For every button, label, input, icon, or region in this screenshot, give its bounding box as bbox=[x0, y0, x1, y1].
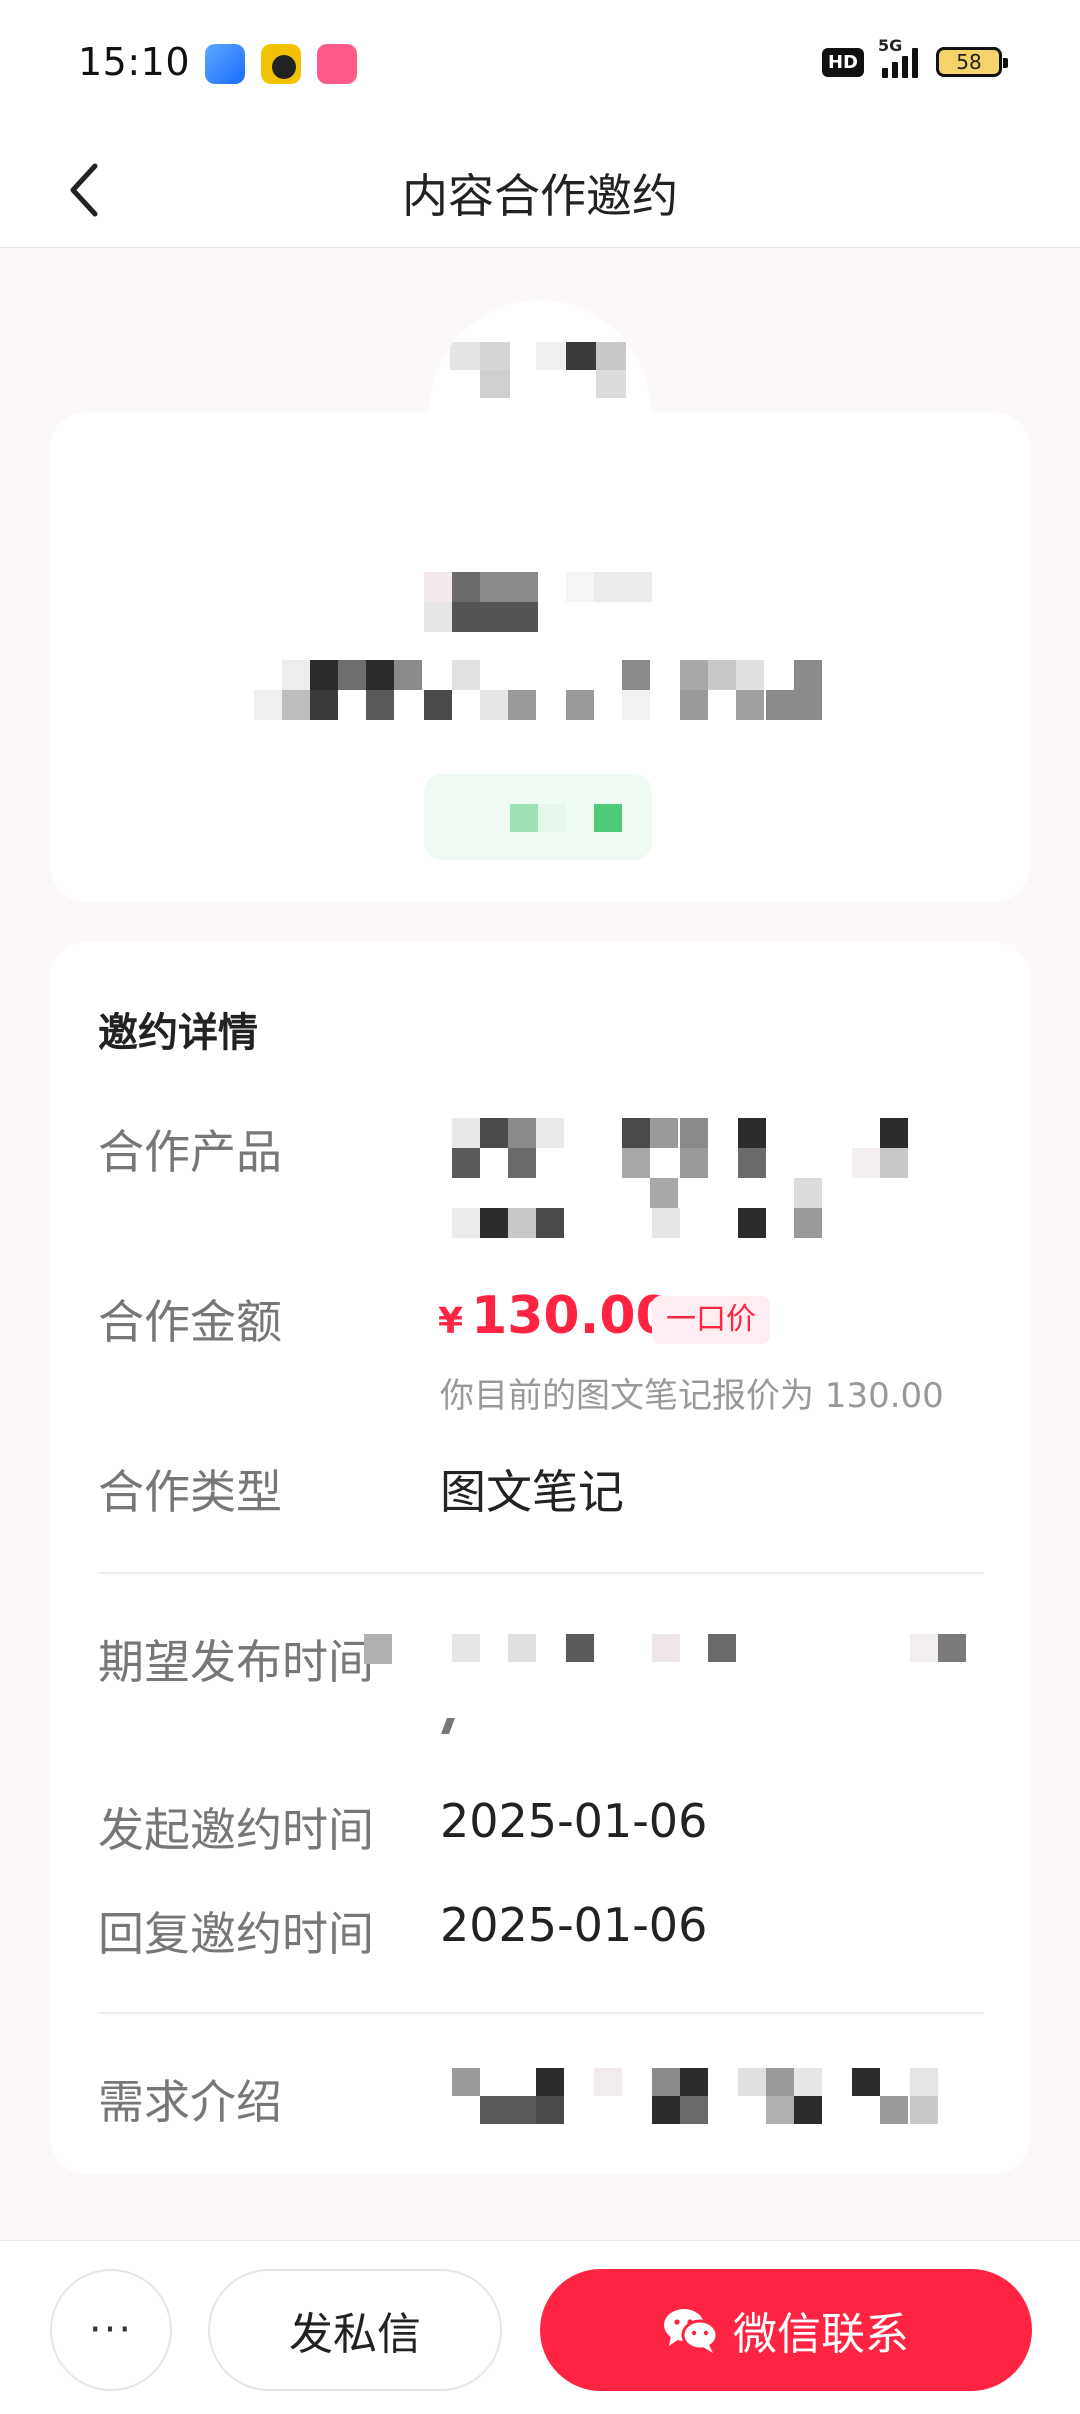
page-title: 内容合作邀约 bbox=[402, 169, 678, 223]
divider bbox=[98, 2012, 984, 2014]
bottom-action-bar: ··· 发私信 微信联系 bbox=[0, 2240, 1080, 2414]
type-label: 合作类型 bbox=[98, 1465, 282, 1519]
requirement-label: 需求介绍 bbox=[98, 2075, 282, 2129]
price-amount: 130.00 bbox=[471, 1286, 672, 1346]
wechat-contact-button[interactable]: 微信联系 bbox=[540, 2269, 1032, 2391]
amount-label: 合作金额 bbox=[98, 1295, 282, 1349]
expected-time-label: 期望发布时间 bbox=[98, 1635, 374, 1689]
more-button[interactable]: ··· bbox=[50, 2269, 172, 2391]
status-time: 15:10 bbox=[78, 40, 191, 84]
price-value: ¥ 130.00 bbox=[438, 1286, 672, 1346]
hd-icon: HD bbox=[821, 47, 864, 77]
game-app-icon bbox=[261, 44, 301, 84]
start-time-label: 发起邀约时间 bbox=[98, 1803, 374, 1857]
product-label: 合作产品 bbox=[98, 1125, 282, 1179]
price-note: 你目前的图文笔记报价为 130.00 bbox=[440, 1376, 944, 1416]
browser-app-icon bbox=[205, 44, 245, 84]
bilibili-app-icon bbox=[317, 44, 357, 84]
status-notification-icons bbox=[205, 44, 357, 84]
nav-header: 内容合作邀约 bbox=[0, 130, 1080, 248]
status-indicators: HD 5G 58 bbox=[821, 36, 1008, 78]
brand-avatar[interactable] bbox=[430, 300, 650, 520]
start-time-value: 2025-01-06 bbox=[440, 1794, 708, 1848]
divider bbox=[98, 1572, 984, 1574]
section-title: 邀约详情 bbox=[98, 1010, 258, 1056]
reply-time-value: 2025-01-06 bbox=[440, 1898, 708, 1952]
status-bar: 15:10 HD 5G 58 bbox=[0, 0, 1080, 130]
wechat-icon bbox=[664, 2309, 719, 2353]
type-value: 图文笔记 bbox=[440, 1465, 624, 1519]
battery-icon: 58 bbox=[936, 47, 1008, 77]
currency-symbol: ¥ bbox=[438, 1301, 464, 1342]
send-message-button[interactable]: 发私信 bbox=[208, 2269, 502, 2391]
battery-level: 58 bbox=[956, 50, 982, 74]
signal-icon: 5G bbox=[878, 36, 918, 78]
fixed-price-badge: 一口价 bbox=[652, 1296, 770, 1344]
wechat-contact-label: 微信联系 bbox=[733, 2309, 909, 2360]
network-type: 5G bbox=[878, 36, 903, 55]
reply-time-label: 回复邀约时间 bbox=[98, 1907, 374, 1961]
brand-tag-pill bbox=[424, 774, 652, 860]
